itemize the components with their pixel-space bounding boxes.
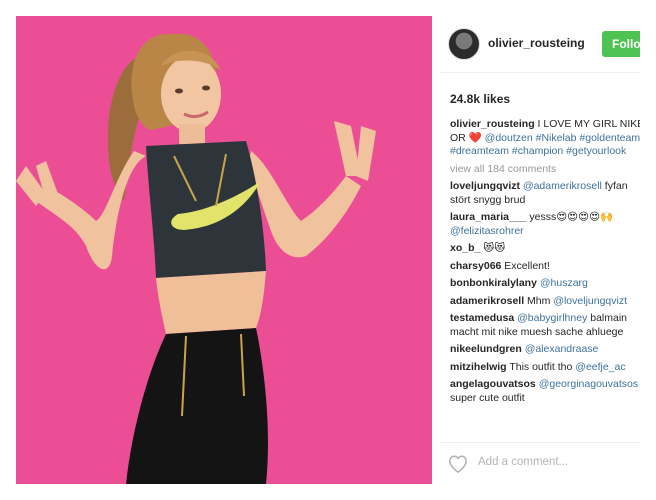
comment-text: 😻😻 [480, 242, 506, 254]
photo-woman-in-nike-outfit [16, 16, 432, 484]
likes-count[interactable]: 24.8k likes [450, 92, 510, 106]
comment-mention[interactable]: @eefje_ac [575, 361, 625, 373]
comment-text: balmain [587, 312, 628, 324]
post-sidebar: olivier_rousteing Follow 24.8k likes oli… [440, 16, 640, 484]
instagram-post-embed: olivier_rousteing Follow 24.8k likes oli… [0, 0, 656, 500]
comment-text-line2: macht mit nike muesh sache ahluege [450, 325, 624, 338]
comment-mention[interactable]: @alexandraase [525, 343, 599, 355]
comment-item: mitzihelwig This outfit tho @eefje_ac [450, 361, 640, 375]
comment-username[interactable]: angelagouvatsos [450, 378, 536, 390]
comment-text-line2: stört snygg brud [450, 193, 526, 206]
view-all-comments-link[interactable]: view all 184 comments [450, 163, 640, 177]
comment-text-line2: super cute outfit [450, 391, 525, 404]
post-header: olivier_rousteing Follow [440, 16, 640, 73]
comments-list: olivier_rousteing I LOVE MY GIRL NIKE OR… [450, 118, 640, 409]
post-author-username[interactable]: olivier_rousteing [488, 36, 585, 50]
comment-mention[interactable]: @huszarg [540, 277, 588, 289]
comment-item: angelagouvatsos @georginagouvatsos super… [450, 378, 640, 405]
caption-text-line2-prefix: OR [450, 131, 466, 144]
comment-text: Excellent! [501, 259, 550, 272]
comment-username[interactable]: adamerikrosell [450, 295, 524, 307]
comment-username[interactable]: charsy066 [450, 260, 501, 272]
comment-item: charsy066 Excellent! [450, 260, 640, 274]
comment-mention[interactable]: @felizitasrohrer [450, 225, 524, 237]
caption-hashtags[interactable]: #dreamteam #champion #getyourlook [450, 145, 626, 157]
comment-item: testamedusa @babygirlhney balmain macht … [450, 312, 640, 339]
comment-username[interactable]: mitzihelwig [450, 361, 507, 373]
comment-item: loveljungqvizt @adamerikrosell fyfan stö… [450, 180, 640, 207]
comment-username[interactable]: nikeelundgren [450, 343, 522, 355]
caption-text-line1: I LOVE MY GIRL NIKE [537, 118, 640, 130]
caption-tags[interactable]: @doutzen #Nikelab #goldenteam [485, 132, 640, 144]
heart-icon[interactable] [448, 455, 468, 473]
comment-item: adamerikrosell Mhm @loveljungqvizt [450, 295, 640, 309]
comment-item: xo_b_ 😻😻 [450, 242, 640, 256]
comment-mention[interactable]: @loveljungqvizt [553, 295, 627, 307]
comment-item: laura_maria___ yesss😍😍😍😍🙌 @felizitasrohr… [450, 211, 640, 238]
comment-username[interactable]: testamedusa [450, 312, 514, 324]
comment-text: yesss😍😍😍😍🙌 [526, 211, 614, 223]
comment-text: Mhm [524, 294, 554, 307]
add-comment-input[interactable]: Add a comment... [478, 456, 568, 468]
caption-username[interactable]: olivier_rousteing [450, 118, 535, 130]
post-photo[interactable] [16, 16, 432, 484]
comment-mention[interactable]: @adamerikrosell [523, 180, 602, 192]
caption: olivier_rousteing I LOVE MY GIRL NIKE OR… [450, 118, 640, 159]
comment-bar: Add a comment... [440, 442, 640, 484]
comment-text: This outfit tho [506, 360, 576, 373]
comment-username[interactable]: loveljungqvizt [450, 180, 520, 192]
comment-item: bonbonkiralylany @huszarg [450, 277, 640, 291]
comment-text: fyfan [601, 180, 628, 192]
heart-emoji: ❤️ [468, 131, 482, 144]
comment-mention[interactable]: @georginagouvatsos [539, 378, 638, 390]
comment-username[interactable]: xo_b_ [450, 242, 480, 254]
comment-mention[interactable]: @babygirlhney [517, 312, 587, 324]
follow-button[interactable]: Follow [602, 31, 640, 57]
comment-username[interactable]: laura_maria___ [450, 211, 526, 223]
avatar[interactable] [448, 28, 480, 60]
comment-username[interactable]: bonbonkiralylany [450, 277, 537, 289]
comment-item: nikeelundgren @alexandraase [450, 343, 640, 357]
